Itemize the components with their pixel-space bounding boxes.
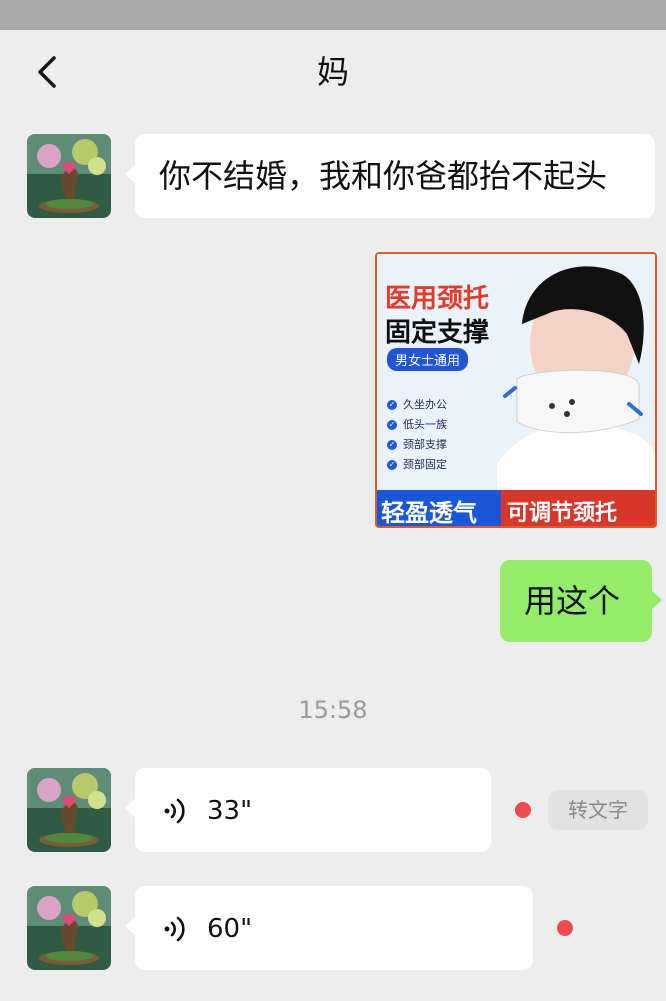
chat-title: 妈	[316, 53, 349, 91]
product-title-line1: 医用颈托	[385, 284, 490, 314]
avatar[interactable]	[27, 768, 111, 852]
voice-duration: 33"	[207, 796, 253, 826]
avatar[interactable]	[27, 886, 111, 970]
voice-message[interactable]: 60"	[125, 886, 533, 970]
message-bubble-incoming[interactable]: 你不结婚，我和你爸都抬不起头	[125, 134, 655, 218]
product-tag: 男女士通用	[387, 348, 469, 371]
unread-dot	[557, 920, 573, 936]
timestamp: 15:58	[298, 696, 368, 724]
product-image-message[interactable]: 医用颈托 固定支撑 男女士通用 ✓ 久坐办公 ✓ 低头一族 ✓ 颈部支撑 ✓ 颈部固定 …	[375, 252, 657, 528]
check-icon: ✓	[387, 400, 397, 410]
check-icon: ✓	[387, 420, 397, 430]
product-banner-left: 轻盈透气	[381, 499, 477, 527]
message-bubble-outgoing[interactable]: 用这个	[500, 560, 662, 642]
message-text: 你不结婚，我和你爸都抬不起头	[159, 157, 608, 195]
voice-wave-icon	[164, 798, 185, 824]
voice-duration: 60"	[207, 914, 253, 944]
check-icon: ✓	[387, 460, 397, 470]
status-strip	[0, 0, 666, 30]
product-banner-right: 可调节颈托	[507, 501, 618, 526]
product-feature: ✓ 颈部固定	[387, 458, 447, 471]
check-icon: ✓	[387, 440, 397, 450]
product-feature: ✓ 久坐办公	[387, 398, 447, 411]
product-feature: ✓ 低头一族	[387, 418, 447, 431]
product-title-line2: 固定支撑	[385, 318, 490, 348]
convert-to-text-button[interactable]: 转文字	[548, 790, 648, 830]
avatar[interactable]	[27, 134, 111, 218]
unread-dot	[515, 802, 531, 818]
message-text: 用这个	[524, 582, 621, 620]
chat-header: 妈	[0, 30, 666, 114]
voice-message[interactable]: 33"	[125, 768, 491, 852]
product-feature: ✓ 颈部支撑	[387, 438, 447, 451]
voice-wave-icon	[164, 916, 185, 942]
